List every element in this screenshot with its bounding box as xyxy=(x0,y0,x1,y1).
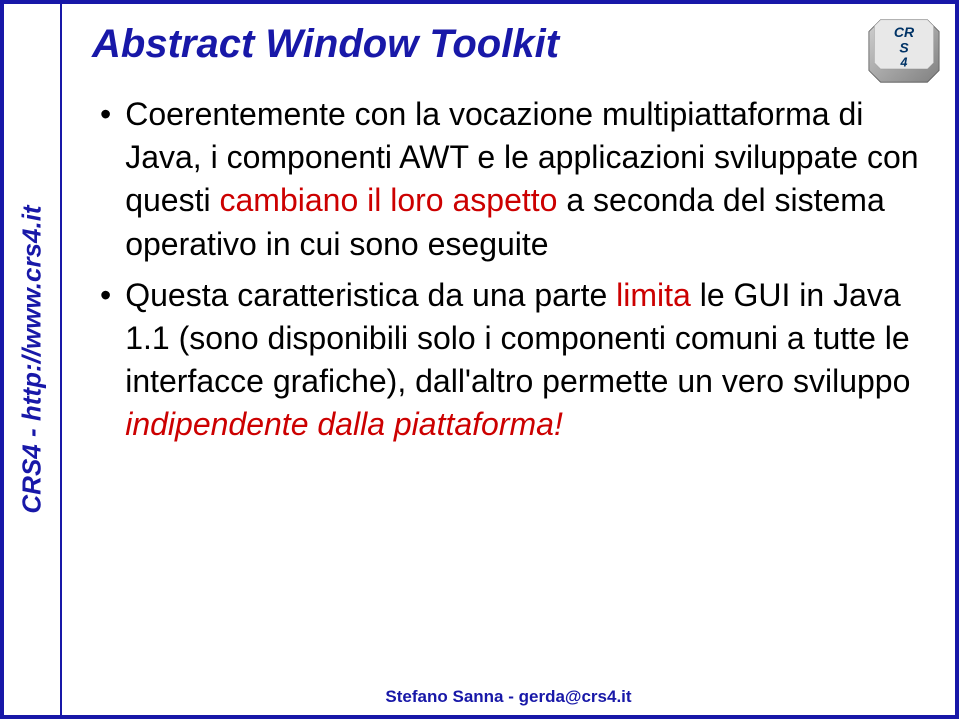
bullet-marker-icon: • xyxy=(100,274,111,447)
svg-text:S: S xyxy=(899,40,909,56)
footer-author: Stefano Sanna - gerda@crs4.it xyxy=(62,687,955,707)
highlighted-text: cambiano il loro aspetto xyxy=(219,182,557,218)
bullet-item: • Coerentemente con la vocazione multipi… xyxy=(100,93,925,266)
emphasized-text: indipendente dalla piattaforma! xyxy=(125,406,563,442)
main-content: CR S 4 Abstract Window Toolkit • Coerent… xyxy=(62,4,955,715)
bullet-marker-icon: • xyxy=(100,93,111,266)
sidebar-url: CRS4 - http://www.crs4.it xyxy=(17,205,48,513)
highlighted-text: limita xyxy=(616,277,691,313)
svg-text:CR: CR xyxy=(894,24,915,40)
slide-title: Abstract Window Toolkit xyxy=(92,22,925,67)
svg-text:4: 4 xyxy=(900,56,908,70)
bullet-text: Questa caratteristica da una parte limit… xyxy=(125,274,925,447)
crs4-logo-icon: CR S 4 xyxy=(865,12,943,90)
sidebar: CRS4 - http://www.crs4.it xyxy=(4,4,62,715)
bullet-text: Coerentemente con la vocazione multipiat… xyxy=(125,93,925,266)
bullet-item: • Questa caratteristica da una parte lim… xyxy=(100,274,925,447)
text-segment: Questa caratteristica da una parte xyxy=(125,277,616,313)
slide-container: CRS4 - http://www.crs4.it CR S 4 Abstrac… xyxy=(0,0,959,719)
content-area: • Coerentemente con la vocazione multipi… xyxy=(92,93,925,447)
